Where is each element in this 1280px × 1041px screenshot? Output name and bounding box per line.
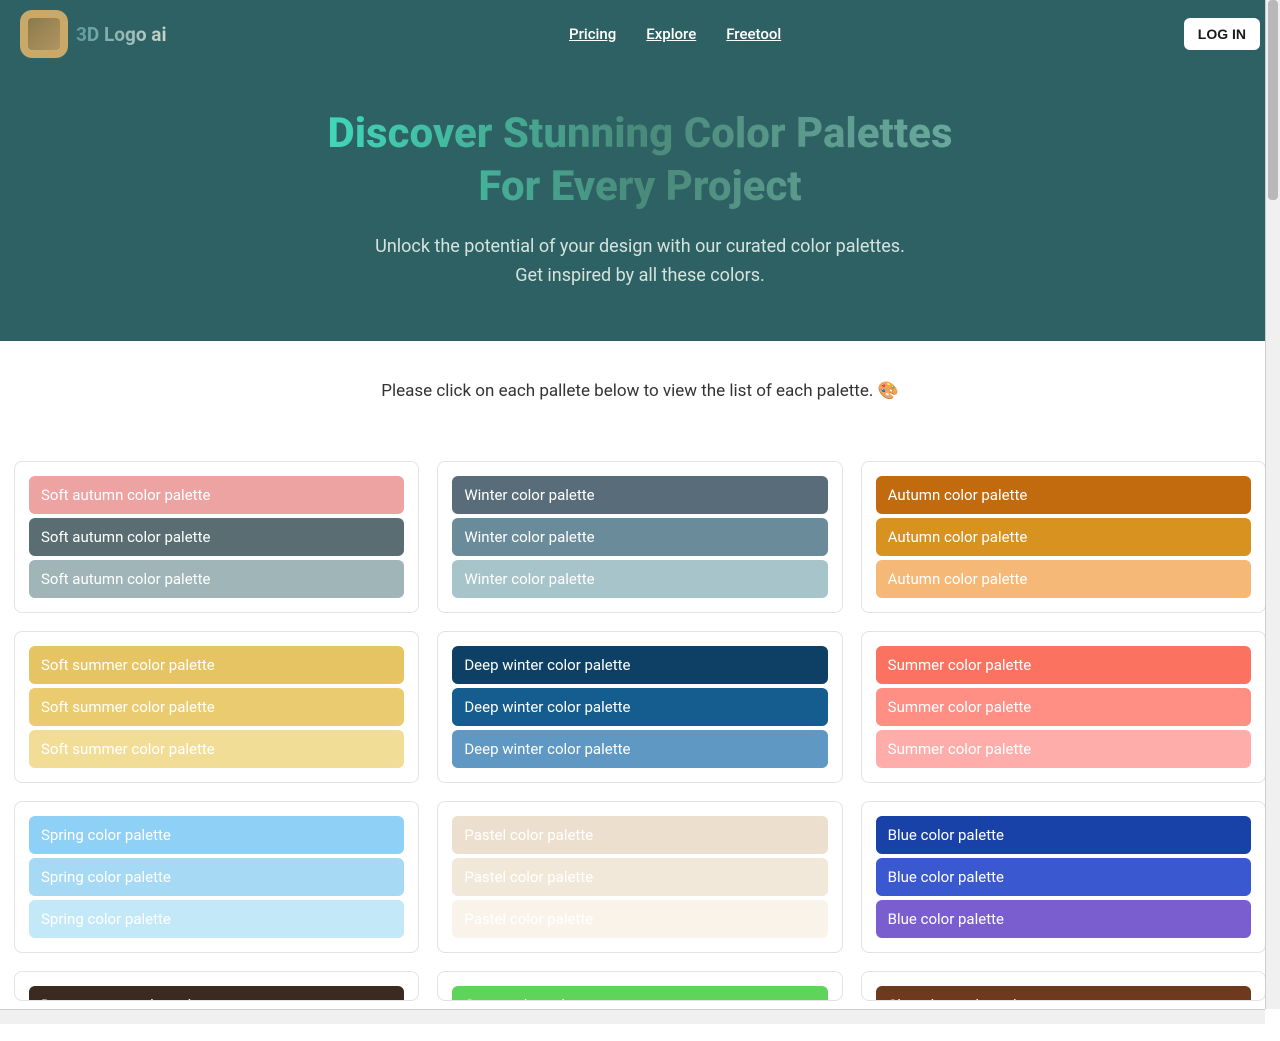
nav-freetool[interactable]: Freetool — [726, 25, 781, 43]
palette-swatch: Soft summer color palette — [29, 646, 404, 684]
palette-swatch: Soft autumn color palette — [29, 560, 404, 598]
palette-card[interactable]: Soft summer color palette Soft summer col… — [14, 631, 419, 783]
palette-swatch-label: Blue color palette — [888, 868, 1004, 886]
palette-swatch-label: Deep winter color palette — [464, 656, 630, 674]
scrollbar-horizontal[interactable] — [0, 1009, 1265, 1024]
palette-swatch-label: Soft summer color palette — [41, 656, 215, 674]
scrollbar-thumb[interactable] — [1268, 0, 1278, 200]
palette-swatch-label: Soft summer color palette — [41, 698, 215, 716]
palette-swatch: Winter color palette — [452, 476, 827, 514]
palette-swatch: Summer color palette — [876, 646, 1251, 684]
palette-swatch-label: Summer color palette — [888, 656, 1032, 674]
hero-subtitle: Unlock the potential of your design with… — [360, 233, 920, 291]
palette-grid: Soft autumn color palette Soft autumn col… — [0, 461, 1280, 1041]
palette-card[interactable]: Deep winter color palette Deep winter col… — [437, 631, 842, 783]
palette-swatch: Deep winter color palette — [452, 688, 827, 726]
palette-card[interactable]: Summer color palette Summer color palette… — [861, 631, 1266, 783]
palette-swatch: Blue color palette — [876, 900, 1251, 938]
palette-swatch: Soft summer color palette — [29, 688, 404, 726]
brand-name: 3D Logo ai — [76, 23, 166, 46]
palette-card[interactable]: Deep autumn color palette — [14, 971, 419, 1001]
hero-section: 3D Logo ai Pricing Explore Freetool LOG … — [0, 0, 1280, 341]
palette-swatch: Winter color palette — [452, 518, 827, 556]
palette-swatch-label: Winter color palette — [464, 528, 594, 546]
palette-swatch-label: Spring color palette — [41, 826, 171, 844]
palette-swatch-label: Summer color palette — [888, 740, 1032, 758]
palette-swatch: Blue color palette — [876, 858, 1251, 896]
palette-card[interactable]: Pastel color palette Pastel color palette… — [437, 801, 842, 953]
palette-swatch: Chocolate color palette — [876, 986, 1251, 1001]
palette-card[interactable]: Winter color palette Winter color palette… — [437, 461, 842, 613]
palette-swatch: Autumn color palette — [876, 476, 1251, 514]
login-button[interactable]: LOG IN — [1184, 18, 1260, 50]
logo-icon — [20, 10, 68, 58]
palette-swatch-label: Chocolate color palette — [888, 996, 1043, 1001]
palette-card[interactable]: Green color palette — [437, 971, 842, 1001]
palette-swatch-label: Pastel color palette — [464, 868, 593, 886]
palette-swatch: Deep winter color palette — [452, 730, 827, 768]
nav-links: Pricing Explore Freetool — [569, 25, 781, 43]
instruction-text: Please click on each pallete below to vi… — [0, 381, 1280, 401]
palette-swatch: Pastel color palette — [452, 900, 827, 938]
palette-swatch: Soft autumn color palette — [29, 476, 404, 514]
palette-swatch: Summer color palette — [876, 730, 1251, 768]
palette-swatch-label: Summer color palette — [888, 698, 1032, 716]
palette-swatch: Deep autumn color palette — [29, 986, 404, 1001]
palette-swatch-label: Deep autumn color palette — [41, 996, 217, 1001]
palette-card[interactable]: Soft autumn color palette Soft autumn col… — [14, 461, 419, 613]
palette-swatch-label: Winter color palette — [464, 570, 594, 588]
palette-swatch-label: Pastel color palette — [464, 826, 593, 844]
palette-swatch-label: Green color palette — [464, 996, 590, 1001]
palette-swatch-label: Pastel color palette — [464, 910, 593, 928]
palette-swatch-label: Spring color palette — [41, 868, 171, 886]
palette-swatch-label: Soft autumn color palette — [41, 528, 210, 546]
scrollbar-vertical[interactable] — [1265, 0, 1280, 1009]
palette-swatch: Spring color palette — [29, 900, 404, 938]
palette-card[interactable]: Spring color palette Spring color palette… — [14, 801, 419, 953]
palette-swatch: Summer color palette — [876, 688, 1251, 726]
palette-card[interactable]: Autumn color palette Autumn color palette… — [861, 461, 1266, 613]
palette-swatch: Blue color palette — [876, 816, 1251, 854]
palette-swatch: Winter color palette — [452, 560, 827, 598]
hero-title: Discover Stunning Color Palettes For Eve… — [320, 108, 960, 213]
palette-swatch-label: Autumn color palette — [888, 528, 1028, 546]
palette-swatch: Deep winter color palette — [452, 646, 827, 684]
navbar: 3D Logo ai Pricing Explore Freetool LOG … — [20, 10, 1260, 78]
nav-explore[interactable]: Explore — [646, 25, 696, 43]
palette-swatch-label: Soft autumn color palette — [41, 486, 210, 504]
palette-swatch-label: Soft summer color palette — [41, 740, 215, 758]
palette-swatch-label: Autumn color palette — [888, 570, 1028, 588]
palette-swatch: Pastel color palette — [452, 816, 827, 854]
palette-swatch: Spring color palette — [29, 858, 404, 896]
palette-swatch: Pastel color palette — [452, 858, 827, 896]
palette-swatch: Spring color palette — [29, 816, 404, 854]
palette-swatch: Green color palette — [452, 986, 827, 1001]
palette-swatch: Autumn color palette — [876, 518, 1251, 556]
palette-swatch-label: Deep winter color palette — [464, 698, 630, 716]
palette-swatch: Soft summer color palette — [29, 730, 404, 768]
palette-swatch-label: Winter color palette — [464, 486, 594, 504]
brand-logo[interactable]: 3D Logo ai — [20, 10, 166, 58]
palette-swatch: Autumn color palette — [876, 560, 1251, 598]
palette-swatch-label: Deep winter color palette — [464, 740, 630, 758]
palette-swatch-label: Blue color palette — [888, 910, 1004, 928]
palette-swatch-label: Soft autumn color palette — [41, 570, 210, 588]
palette-swatch-label: Autumn color palette — [888, 486, 1028, 504]
nav-pricing[interactable]: Pricing — [569, 25, 616, 43]
palette-swatch-label: Spring color palette — [41, 910, 171, 928]
palette-card[interactable]: Chocolate color palette — [861, 971, 1266, 1001]
palette-card[interactable]: Blue color palette Blue color palette Blue… — [861, 801, 1266, 953]
palette-swatch-label: Blue color palette — [888, 826, 1004, 844]
palette-swatch: Soft autumn color palette — [29, 518, 404, 556]
